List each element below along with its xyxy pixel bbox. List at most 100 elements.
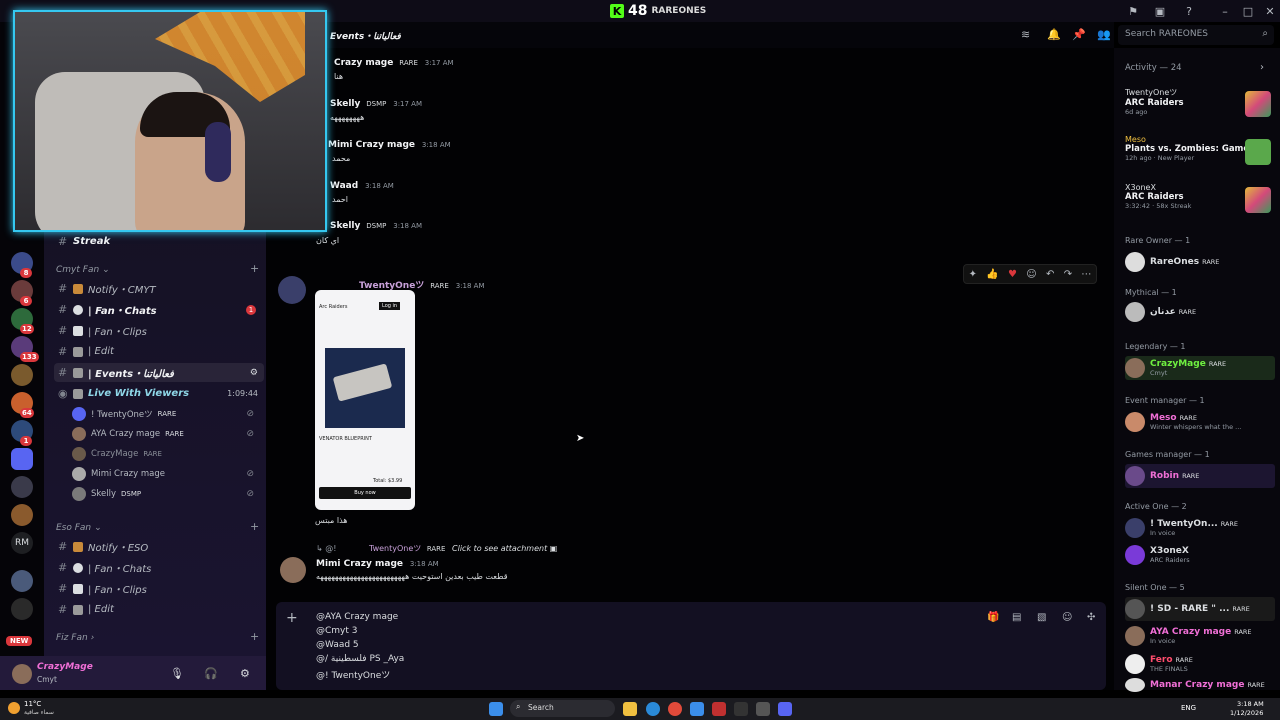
- members-icon[interactable]: 👥: [1097, 28, 1111, 41]
- more-icon[interactable]: ⋯: [1081, 269, 1091, 280]
- edge-icon[interactable]: [646, 702, 660, 716]
- folder-icon[interactable]: [11, 448, 33, 470]
- add-channel-icon[interactable]: +: [250, 630, 259, 643]
- message-composer[interactable]: [276, 602, 1106, 690]
- member-item[interactable]: Manar Crazy mage RARE: [1125, 678, 1275, 692]
- channel-fan-chats[interactable]: # | Fan・Chats: [54, 558, 264, 577]
- screen-share-icon[interactable]: ▣: [1152, 3, 1168, 19]
- add-attachment-icon[interactable]: +: [286, 610, 298, 626]
- message-author[interactable]: Skelly: [330, 221, 360, 231]
- member-item[interactable]: عدنان RARE: [1125, 300, 1275, 324]
- voice-user[interactable]: ! TwentyOneツ RARE ⊘: [72, 405, 262, 423]
- file-explorer-icon[interactable]: [623, 702, 637, 716]
- category-eso-fan[interactable]: Eso Fan ⌄: [56, 523, 102, 533]
- composer-line[interactable]: @Cmyt 3: [316, 626, 358, 636]
- member-item[interactable]: Meso RARE Winter whispers what the ...: [1125, 410, 1275, 434]
- store-icon[interactable]: [690, 702, 704, 716]
- channel-fan-clips[interactable]: # | Fan・Clips: [54, 579, 264, 598]
- minimize-button[interactable]: –: [1217, 3, 1233, 19]
- sticker-icon[interactable]: ▧: [1037, 612, 1046, 623]
- voice-user[interactable]: Skelly DSMP ⊘: [72, 485, 262, 503]
- emoji-icon[interactable]: ☺: [1062, 612, 1072, 623]
- add-reaction-icon[interactable]: ☺: [1026, 269, 1036, 280]
- member-item[interactable]: ! SD - RARE " ... RARE: [1125, 597, 1275, 621]
- reply-icon[interactable]: ↶: [1046, 269, 1054, 280]
- voice-user[interactable]: Mimi Crazy mage ⊘: [72, 465, 262, 483]
- channel-fan-clips[interactable]: # | Fan・Clips: [54, 321, 264, 340]
- inbox-icon[interactable]: ⚑: [1125, 3, 1141, 19]
- add-channel-icon[interactable]: +: [250, 262, 259, 275]
- settings-gear-icon[interactable]: ⚙: [250, 368, 258, 378]
- avatar[interactable]: [278, 276, 306, 304]
- member-item[interactable]: X3oneX ARC Raiders: [1125, 543, 1275, 567]
- channel-fan-chats[interactable]: # | Fan・Chats 1: [54, 300, 264, 319]
- gif-icon[interactable]: ▤: [1012, 612, 1021, 623]
- message-author[interactable]: Crazy mage: [334, 58, 393, 68]
- user-avatar[interactable]: [12, 664, 32, 684]
- channel-notify-cmyt[interactable]: # Notify・CMYT: [54, 279, 264, 298]
- search-box[interactable]: Search RAREONES ⌕: [1118, 25, 1274, 45]
- server-icon[interactable]: [11, 364, 33, 386]
- channel-streak[interactable]: # Streak: [54, 232, 264, 251]
- windows-start-icon[interactable]: [489, 702, 503, 716]
- server-icon[interactable]: [11, 598, 33, 620]
- channel-events[interactable]: # | Events・فعالياتنا ⚙: [54, 363, 264, 382]
- heart-icon[interactable]: ♥: [1008, 269, 1017, 280]
- clock-time[interactable]: 3:18 AM: [1237, 700, 1264, 708]
- member-item[interactable]: CrazyMage RARE Cmyt: [1125, 356, 1275, 380]
- weather-icon[interactable]: [8, 702, 20, 714]
- gift-icon[interactable]: 🎁: [987, 612, 999, 623]
- composer-line[interactable]: @AYA Crazy mage: [316, 612, 398, 622]
- server-icon[interactable]: [11, 476, 33, 498]
- search-input[interactable]: Search RAREONES: [1125, 29, 1208, 39]
- channel-edit[interactable]: # | Edit: [54, 342, 264, 361]
- message-author[interactable]: Mimi Crazy mage: [328, 140, 415, 150]
- apps-icon[interactable]: ✣: [1087, 612, 1095, 623]
- channel-notify-eso[interactable]: # Notify・ESO: [54, 537, 264, 556]
- activity-item[interactable]: TwentyOneツ ARC Raiders 6d ago: [1125, 87, 1275, 127]
- category-fiz-fan[interactable]: Fiz Fan ›: [56, 633, 94, 643]
- capcut-icon[interactable]: [734, 702, 748, 716]
- microphone-icon[interactable]: 🎙: [170, 667, 184, 680]
- member-item[interactable]: Robin RARE: [1125, 464, 1275, 488]
- avatar[interactable]: [280, 557, 306, 583]
- reaction-icon[interactable]: ✦: [969, 269, 977, 280]
- message-author[interactable]: Skelly: [330, 99, 360, 109]
- server-icon[interactable]: [11, 570, 33, 592]
- app-icon[interactable]: [712, 702, 726, 716]
- reply-preview[interactable]: ↳ @! TwentyOneツ RARE Click to see attach…: [316, 543, 557, 554]
- image-attachment[interactable]: Arc Raiders Log in VENATOR BLUEPRINT Tot…: [315, 290, 415, 510]
- obs-icon[interactable]: [756, 702, 770, 716]
- add-channel-icon[interactable]: +: [250, 520, 259, 533]
- threads-icon[interactable]: ≋: [1021, 28, 1030, 41]
- channel-edit[interactable]: # | Edit: [54, 600, 264, 619]
- help-icon[interactable]: ?: [1181, 3, 1197, 19]
- headphones-icon[interactable]: 🎧: [204, 667, 218, 680]
- server-icon[interactable]: [11, 504, 33, 526]
- member-item[interactable]: Fero RARE THE FINALS: [1125, 652, 1275, 676]
- composer-line[interactable]: @/ فلسطينية PS _Aya: [316, 654, 404, 664]
- voice-user[interactable]: AYA Crazy mage RARE ⊘: [72, 425, 262, 443]
- member-item[interactable]: ! TwentyOn... RARE In voice: [1125, 516, 1275, 540]
- server-rm-icon[interactable]: RM: [11, 532, 33, 554]
- activity-item[interactable]: X3oneX ARC Raiders 3:32:42 · 58x Streak: [1125, 183, 1275, 223]
- chevron-right-icon[interactable]: ›: [1260, 62, 1264, 73]
- clock-date[interactable]: 1/12/2026: [1230, 709, 1263, 717]
- pin-icon[interactable]: 📌: [1072, 28, 1086, 41]
- activity-item[interactable]: Meso Plants vs. Zombies: Game ... 12h ag…: [1125, 135, 1275, 175]
- member-item[interactable]: RareOnes RARE: [1125, 250, 1275, 274]
- member-item[interactable]: AYA Crazy mage RARE In voice: [1125, 624, 1275, 648]
- chrome-icon[interactable]: [668, 702, 682, 716]
- thumbs-up-icon[interactable]: 👍: [986, 269, 998, 280]
- category-cmyt-fan[interactable]: Cmyt Fan ⌄: [56, 265, 110, 275]
- bell-icon[interactable]: 🔔: [1047, 28, 1061, 41]
- taskbar-search[interactable]: ⌕ Search: [510, 700, 615, 717]
- language-indicator[interactable]: ENG: [1181, 704, 1196, 712]
- discord-icon[interactable]: [778, 702, 792, 716]
- voice-channel-live-with-viewers[interactable]: ◉ Live With Viewers 1:09:44: [54, 384, 264, 403]
- settings-gear-icon[interactable]: ⚙: [240, 667, 250, 680]
- maximize-button[interactable]: □: [1240, 3, 1256, 19]
- close-button[interactable]: ✕: [1262, 3, 1278, 19]
- message-author[interactable]: Waad: [330, 181, 358, 191]
- composer-line[interactable]: @! TwentyOneツ: [316, 668, 390, 681]
